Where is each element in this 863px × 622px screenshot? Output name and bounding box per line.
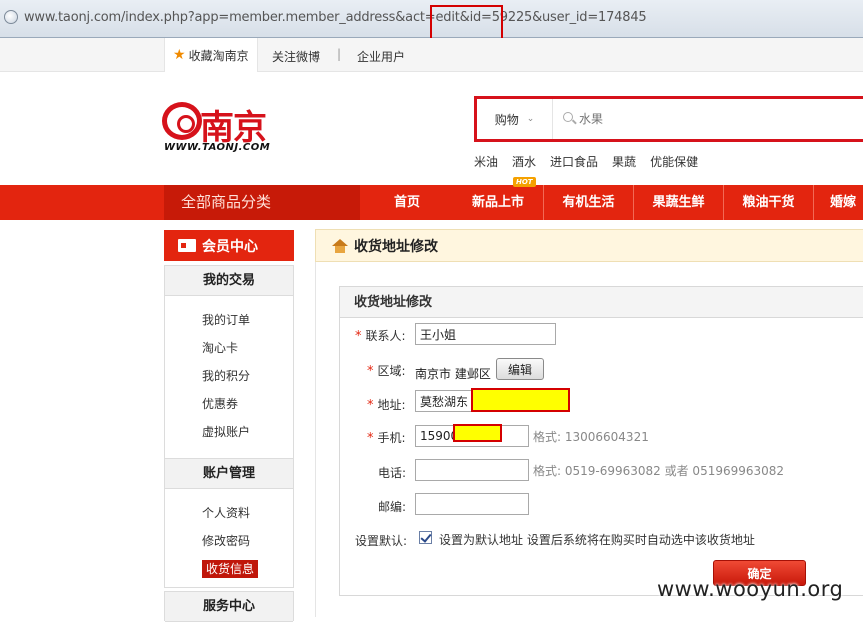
phone-hint: 格式: 0519-69963082 或者 051969963082 (533, 464, 785, 478)
redaction-box (453, 424, 502, 442)
weibo-link[interactable]: 关注微博 (272, 48, 320, 65)
watermark: www.wooyun.org (657, 577, 844, 601)
mobile-label-text: 手机: (377, 431, 406, 445)
browser-address-bar[interactable]: www.taonj.com/index.php?app=member.membe… (0, 0, 863, 42)
sidebar-item-virtual-account[interactable]: 虚拟账户 (165, 418, 293, 446)
member-sidebar: 会员中心 我的交易 我的订单 淘心卡 我的积分 优惠券 虚拟账户 账户管理 个人… (164, 230, 294, 622)
required-mark: * (367, 398, 374, 413)
top-toolbar: ★ 收藏淘南京 关注微博 | 企业用户 (0, 38, 863, 72)
required-mark: * (355, 329, 362, 344)
search-category-label: 购物 (494, 112, 519, 127)
logo-site: WWW.TAONJ.COM (164, 142, 271, 153)
sidebar-item-address-label: 收货信息 (202, 560, 259, 578)
sidebar-item-orders[interactable]: 我的订单 (165, 306, 293, 334)
sidebar-item-card[interactable]: 淘心卡 (165, 334, 293, 362)
page-title-bar: 收货地址修改 (315, 229, 863, 262)
nav-item-new[interactable]: 新品上市 (453, 185, 543, 220)
phone-input[interactable] (415, 459, 529, 481)
page-title: 收货地址修改 (354, 238, 438, 255)
favorite-link[interactable]: ★ 收藏淘南京 (164, 38, 258, 72)
default-label: 设置默认: (355, 534, 408, 548)
hot-word-link[interactable]: 米油 (474, 153, 498, 170)
hot-word-link[interactable]: 进口食品 (550, 153, 598, 170)
phone-label: 电话: (378, 466, 407, 480)
hot-word-link[interactable]: 酒水 (512, 153, 536, 170)
region-label-text: 区域: (377, 364, 406, 378)
region-value: 南京市 建邺区 (415, 367, 491, 381)
member-center-label: 会员中心 (202, 238, 258, 255)
mobile-label: * 手机: (367, 429, 406, 446)
sidebar-section-trades: 我的交易 我的订单 淘心卡 我的积分 优惠券 虚拟账户 (164, 265, 294, 460)
address-label: * 地址: (367, 396, 406, 413)
chevron-down-icon: ⌄ (526, 114, 535, 124)
required-mark: * (367, 364, 374, 379)
toolbar-separator: | (337, 47, 342, 61)
address-label-text: 地址: (377, 398, 406, 412)
mobile-hint: 格式: 13006604321 (533, 430, 649, 444)
contact-input[interactable] (415, 323, 556, 345)
main-nav: 全部商品分类 首页 新品上市 HOT 有机生活 果蔬生鲜 粮油干货 婚嫁 (0, 177, 863, 220)
member-center-header: 会员中心 (164, 230, 294, 261)
nav-item-organic[interactable]: 有机生活 (543, 185, 633, 220)
zip-label: 邮编: (378, 500, 407, 514)
hot-word-link[interactable]: 优能保健 (650, 153, 698, 170)
url-text[interactable]: www.taonj.com/index.php?app=member.membe… (24, 10, 647, 25)
required-mark: * (367, 431, 374, 446)
nav-item-grain[interactable]: 粮油干货 (723, 185, 813, 220)
search-box: 购物 ⌄ (474, 96, 863, 142)
sidebar-section-account: 账户管理 个人资料 修改密码 收货信息 (164, 458, 294, 588)
hot-badge: HOT (513, 177, 536, 187)
hot-word-link[interactable]: 果蔬 (612, 153, 636, 170)
all-categories-button[interactable]: 全部商品分类 (164, 185, 360, 220)
contact-label-text: 联系人: (365, 329, 406, 343)
sidebar-item-address[interactable]: 收货信息 (165, 555, 293, 583)
zip-input[interactable] (415, 493, 529, 515)
sidebar-section-title: 服务中心 (165, 592, 293, 622)
favorite-label: 收藏淘南京 (188, 48, 249, 63)
hot-words: 米油 酒水 进口食品 果蔬 优能保健 (474, 153, 698, 170)
id-highlight-box (430, 5, 503, 42)
nav-item-fresh[interactable]: 果蔬生鲜 (633, 185, 723, 220)
sidebar-section-title: 账户管理 (165, 459, 293, 489)
redaction-box (471, 388, 570, 412)
panel-title: 收货地址修改 (340, 287, 863, 318)
business-user-link[interactable]: 企业用户 (357, 48, 405, 65)
search-input[interactable] (579, 108, 829, 130)
star-icon: ★ (173, 47, 186, 63)
logo-mark-icon (162, 102, 202, 140)
globe-icon (4, 10, 18, 24)
sidebar-item-coupons[interactable]: 优惠券 (165, 390, 293, 418)
sidebar-item-profile[interactable]: 个人资料 (165, 499, 293, 527)
nav-item-wedding[interactable]: 婚嫁 (813, 185, 863, 220)
search-icon (563, 112, 573, 122)
contact-label: * 联系人: (355, 327, 406, 344)
default-address-text: 设置为默认地址 设置后系统将在购买时自动选中该收货地址 (439, 533, 755, 547)
sidebar-item-points[interactable]: 我的积分 (165, 362, 293, 390)
site-logo[interactable]: 南京 WWW.TAONJ.COM (162, 102, 282, 154)
home-icon (332, 238, 348, 253)
edit-region-button[interactable]: 编辑 (496, 358, 544, 380)
nav-item-home[interactable]: 首页 (362, 185, 452, 220)
region-label: * 区域: (367, 362, 406, 379)
member-card-icon (178, 239, 196, 252)
search-category-select[interactable]: 购物 ⌄ (477, 99, 553, 139)
default-address-checkbox[interactable] (419, 531, 432, 544)
sidebar-section-title: 我的交易 (165, 266, 293, 296)
sidebar-item-password[interactable]: 修改密码 (165, 527, 293, 555)
